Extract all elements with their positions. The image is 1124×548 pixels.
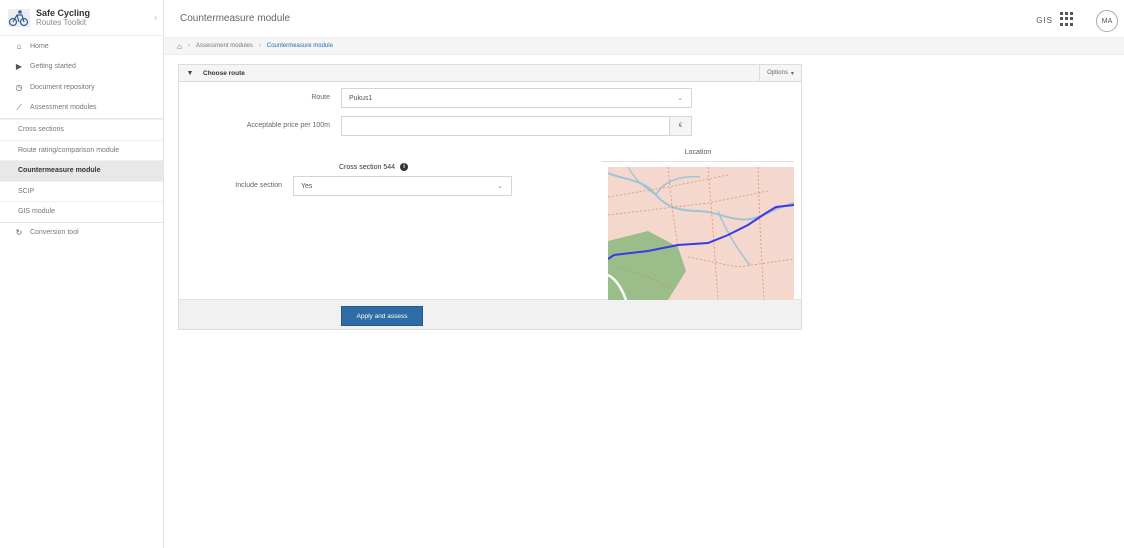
price-input[interactable] — [341, 116, 670, 136]
filter-icon: ▼ — [186, 69, 194, 77]
breadcrumb-current[interactable]: Countermeasure module — [267, 43, 333, 49]
breadcrumb: ⌂ › Assessment modules › Countermeasure … — [164, 38, 1124, 55]
refresh-icon: ↻ — [15, 228, 23, 238]
sidebar-item-getting-started[interactable]: ▶ Getting started — [0, 57, 163, 78]
apply-and-assess-button[interactable]: Apply and assess — [341, 306, 423, 326]
sidebar-subitem-gis-module[interactable]: GIS module — [0, 201, 163, 222]
route-label: Route — [311, 94, 330, 101]
sidebar-item-document-repository[interactable]: ◷ Document repository — [0, 77, 163, 98]
sidebar-item-home[interactable]: ⌂ Home — [0, 36, 163, 57]
include-section-select[interactable]: Yes ⌄ — [293, 176, 512, 196]
top-header: Countermeasure module GIS MA — [164, 0, 1124, 38]
sidebar-subitem-route-rating[interactable]: Route rating/comparison module — [0, 139, 163, 161]
chevron-down-icon: ⌄ — [497, 183, 503, 190]
sidebar-subitem-cross-sections[interactable]: Cross sections — [0, 119, 163, 140]
price-label: Acceptable price per 100m — [246, 122, 330, 129]
home-icon: ⌂ — [16, 41, 22, 51]
include-section-value: Yes — [301, 182, 313, 190]
cyclist-logo-icon — [8, 8, 30, 27]
apps-grid-icon[interactable] — [1060, 12, 1074, 26]
chevron-right-icon: › — [187, 43, 190, 49]
pointer-icon: ▶ — [15, 62, 23, 72]
sidebar-item-assessment-modules[interactable]: ⟋ Assessment modules — [0, 98, 163, 119]
gis-button[interactable]: GIS — [1036, 16, 1053, 25]
options-label: Options — [767, 70, 788, 76]
page-title: Countermeasure module — [180, 13, 291, 24]
cross-section-title: Cross section 544 i — [339, 163, 409, 171]
brand-title: Safe Cycling — [36, 7, 91, 18]
avatar[interactable]: MA — [1096, 10, 1118, 32]
chevron-down-icon: ▾ — [790, 70, 794, 77]
panel-footer — [179, 299, 801, 329]
breadcrumb-parent[interactable]: Assessment modules — [196, 43, 253, 49]
collapse-sidebar-icon[interactable]: ‹ — [154, 13, 157, 22]
currency-addon: € — [670, 116, 692, 136]
brand-subtitle: Routes Toolkit — [36, 17, 87, 27]
location-map[interactable] — [608, 167, 794, 300]
route-select[interactable]: Pukus1 ⌄ — [341, 88, 692, 108]
brand[interactable]: Safe Cycling Routes Toolkit ‹ — [0, 0, 163, 36]
include-section-label: Include section — [235, 182, 282, 189]
sidebar-item-label: Conversion tool — [30, 229, 79, 237]
sidebar-subitem-scip[interactable]: SCIP — [0, 180, 163, 202]
assessment-submenu: Cross sections Route rating/comparison m… — [0, 118, 163, 223]
panel-title: Choose route — [203, 69, 245, 77]
panel-header: ▼ Choose route Options ▾ — [179, 65, 801, 82]
sidebar-item-label: Document repository — [30, 83, 95, 91]
chevron-right-icon: › — [258, 43, 261, 49]
info-icon[interactable]: i — [400, 163, 409, 171]
route-select-value: Pukus1 — [349, 94, 373, 102]
document-icon: ◷ — [15, 82, 23, 92]
options-dropdown[interactable]: Options ▾ — [759, 65, 801, 81]
chevron-down-icon: ⌄ — [677, 95, 683, 102]
cross-section-label: Cross section 544 — [339, 163, 396, 171]
sidebar-item-conversion-tool[interactable]: ↻ Conversion tool — [0, 223, 163, 244]
sidebar-item-label: Assessment modules — [30, 104, 97, 112]
sidebar: Safe Cycling Routes Toolkit ‹ ⌂ Home ▶ G… — [0, 0, 164, 548]
sidebar-subitem-countermeasure[interactable]: Countermeasure module — [0, 160, 163, 181]
chart-icon: ⟋ — [16, 102, 22, 112]
location-title: Location — [602, 149, 794, 162]
sidebar-item-label: Getting started — [30, 63, 76, 71]
sidebar-item-label: Home — [30, 42, 49, 50]
home-icon[interactable]: ⌂ — [177, 42, 182, 51]
